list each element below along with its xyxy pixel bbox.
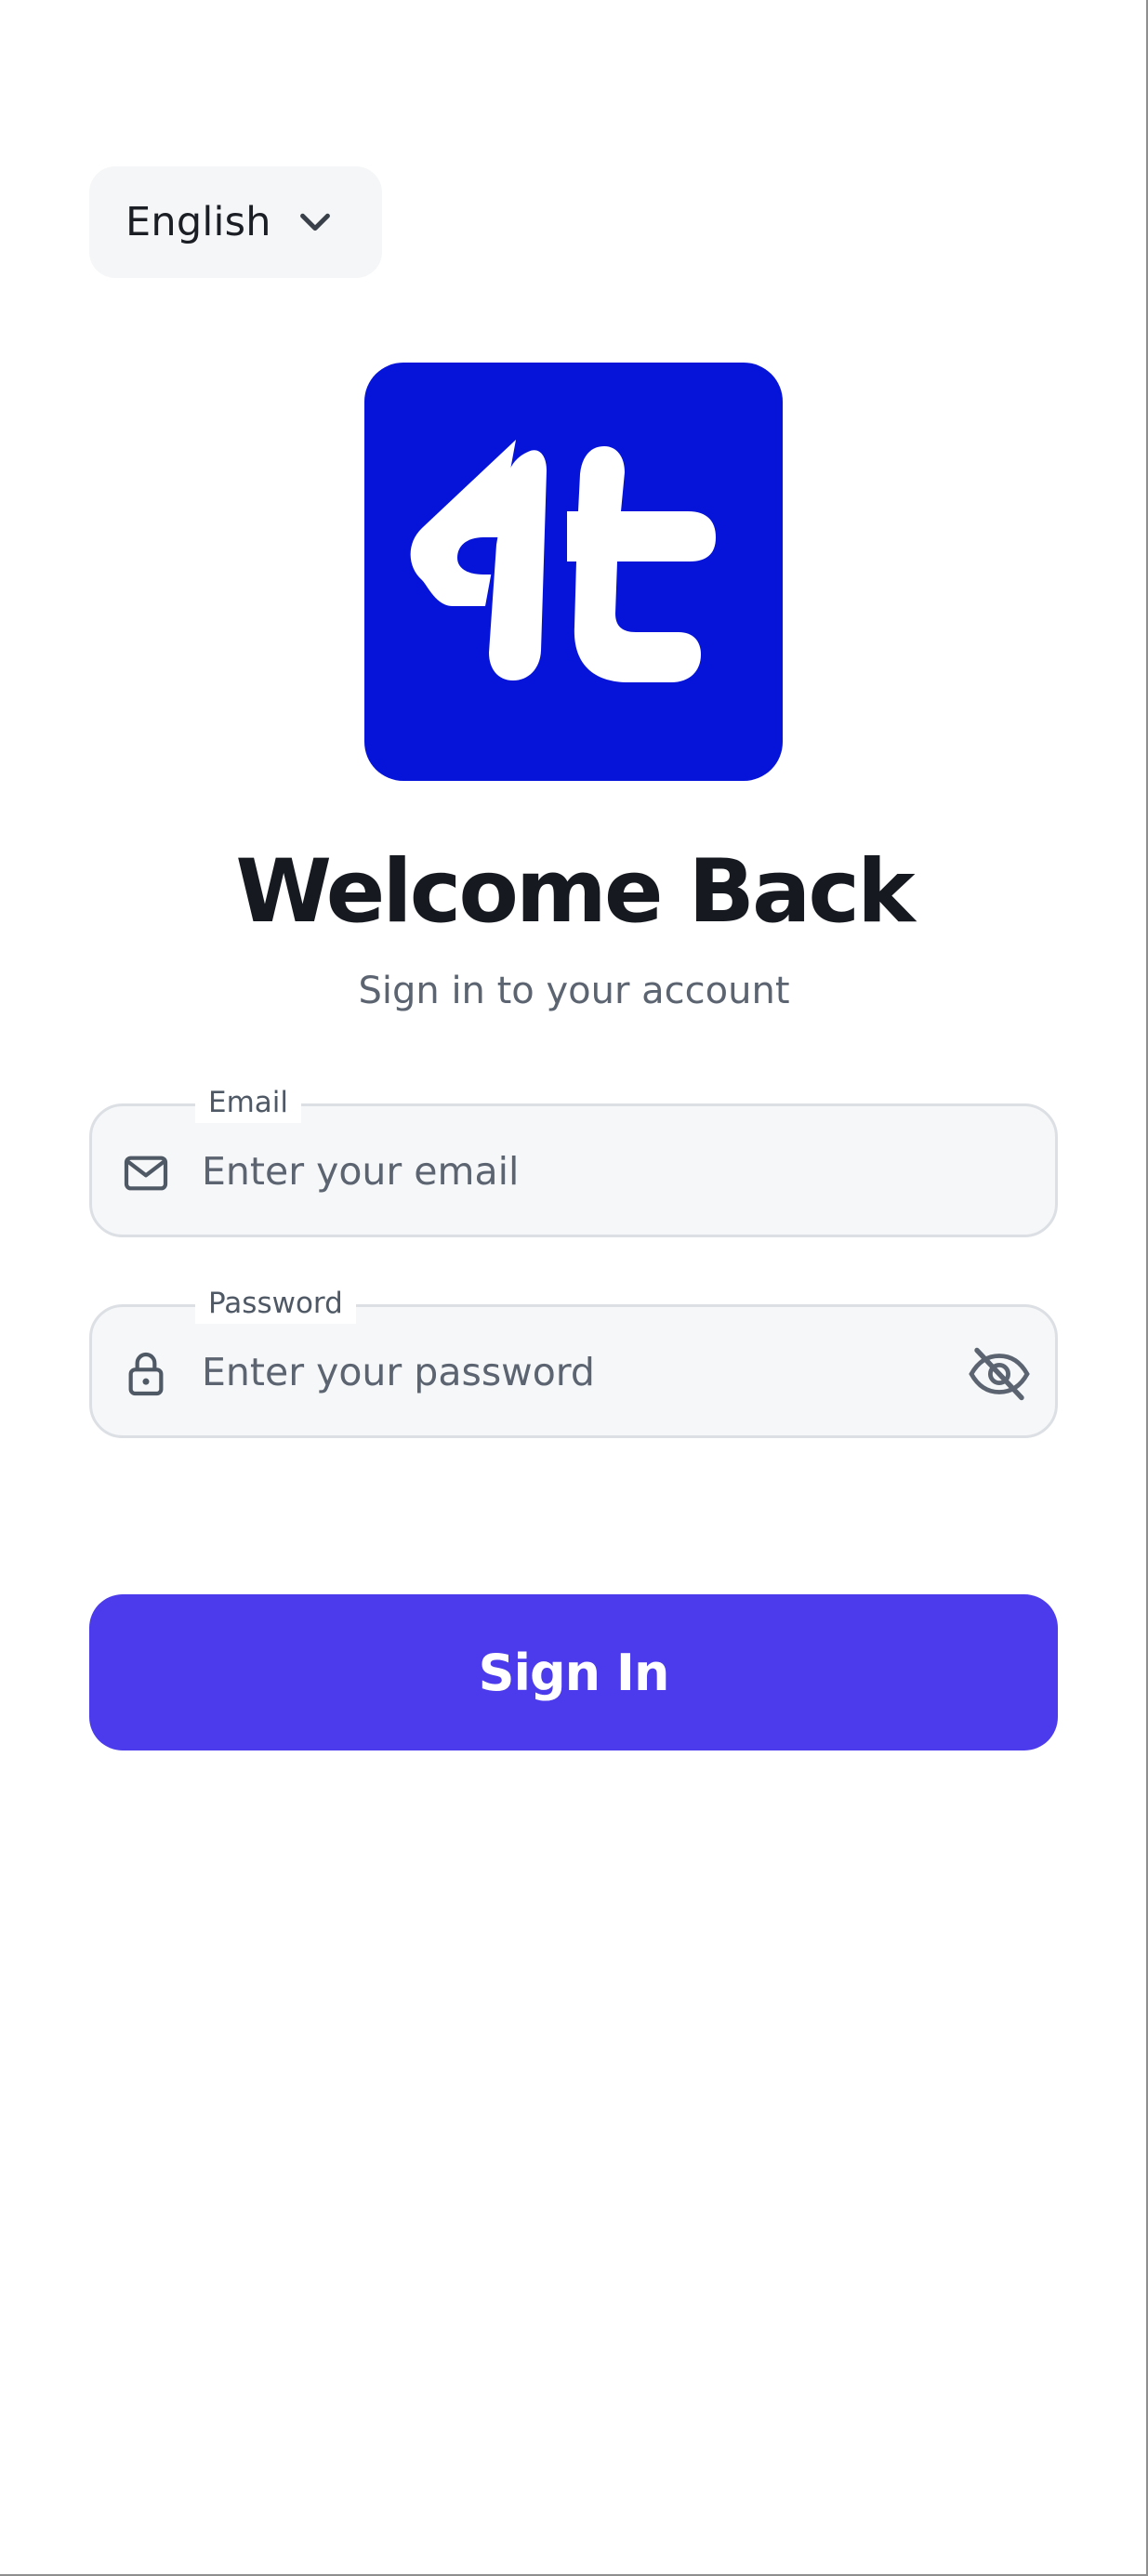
- mail-icon: [120, 1147, 172, 1199]
- language-selector-label: English: [125, 199, 271, 245]
- sign-in-button[interactable]: Sign In: [89, 1594, 1058, 1750]
- chevron-down-icon: [294, 200, 336, 243]
- language-selector[interactable]: English: [89, 166, 382, 278]
- lock-icon: [120, 1348, 172, 1400]
- eye-off-icon[interactable]: [966, 1341, 1033, 1407]
- app-logo-icon: [410, 440, 716, 682]
- email-field[interactable]: Email: [89, 1082, 1058, 1237]
- page-subtitle: Sign in to your account: [358, 970, 790, 1012]
- password-input[interactable]: [202, 1333, 927, 1411]
- app-logo: [364, 363, 783, 781]
- email-label: Email: [195, 1082, 302, 1123]
- email-input[interactable]: [202, 1132, 927, 1210]
- password-field[interactable]: Password: [89, 1283, 1058, 1438]
- page-title: Welcome Back: [235, 841, 915, 943]
- password-label: Password: [195, 1283, 356, 1324]
